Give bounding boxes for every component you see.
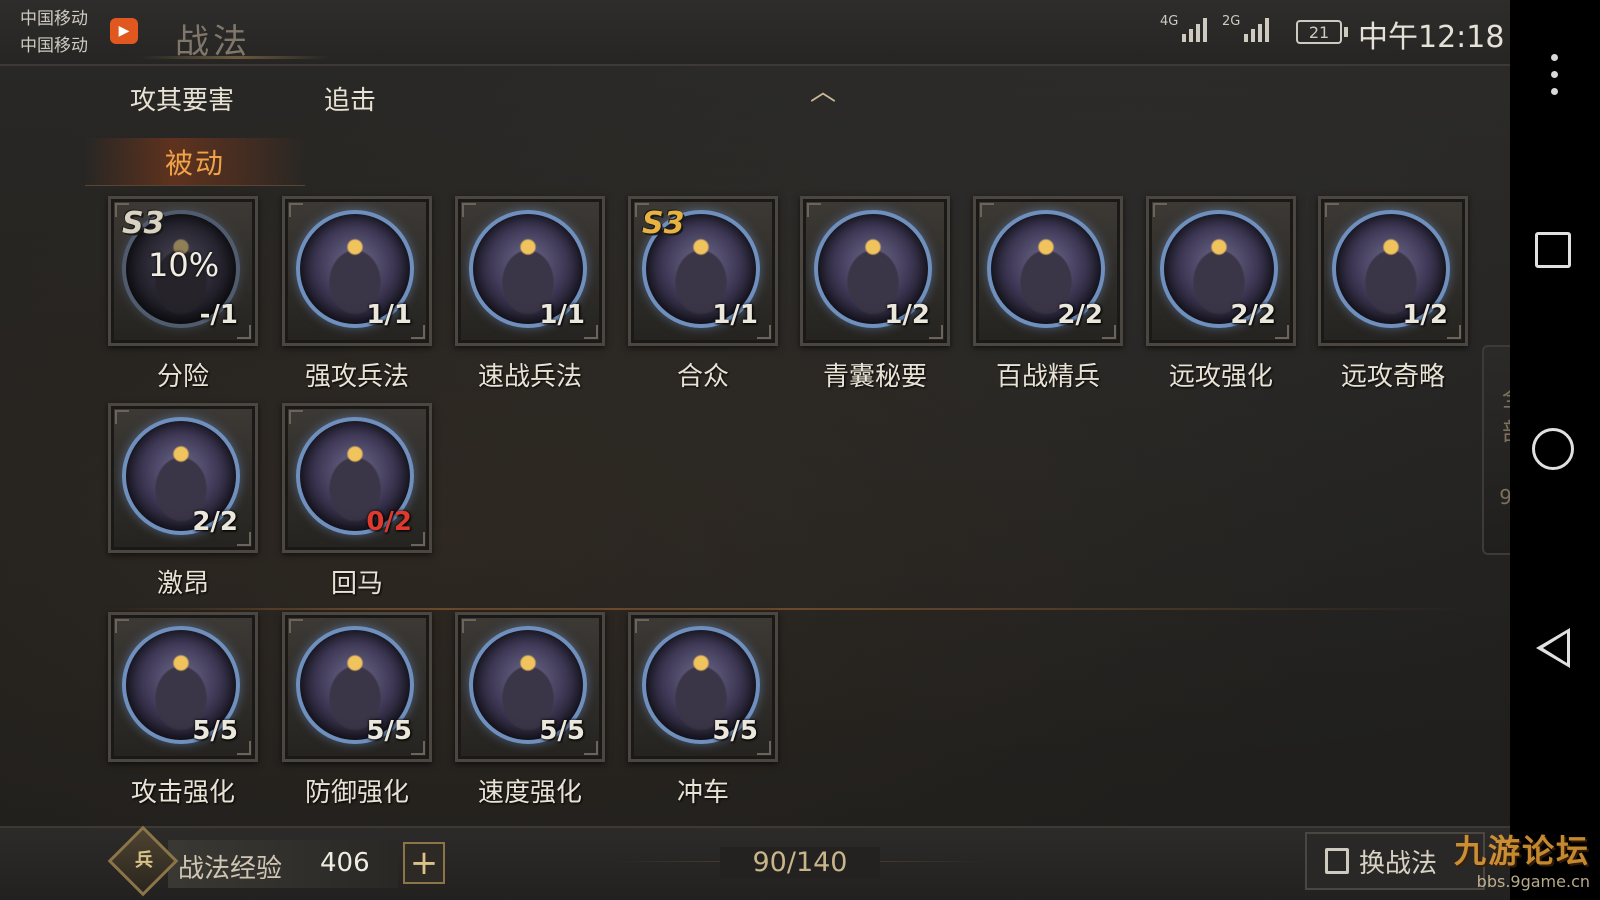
skill-level: 2/2 bbox=[192, 507, 238, 537]
skill-level: 1/2 bbox=[1402, 300, 1448, 330]
skill-name: 百战精兵 bbox=[995, 362, 1100, 392]
exp-value: 406 bbox=[320, 848, 370, 878]
skill-level: 1/2 bbox=[884, 300, 930, 330]
watermark-url: bbs.9game.cn bbox=[1476, 872, 1590, 891]
skill-card[interactable]: 1/2 青囊秘要 bbox=[800, 196, 950, 396]
skill-name: 远攻奇略 bbox=[1340, 362, 1445, 392]
skill-card[interactable]: 2/2 远攻强化 bbox=[1146, 196, 1296, 396]
skill-name: 回马 bbox=[330, 569, 383, 599]
section-label: 被动 bbox=[164, 146, 225, 180]
skill-card[interactable]: 5/5 速度强化 bbox=[455, 612, 605, 812]
skill-card[interactable]: 1/1 强攻兵法 bbox=[282, 196, 432, 396]
skill-card[interactable]: 5/5 防御强化 bbox=[282, 612, 432, 812]
season-badge: S3 bbox=[642, 206, 685, 241]
skill-name: 防御强化 bbox=[304, 778, 409, 808]
skill-name: 远攻强化 bbox=[1168, 362, 1273, 392]
skill-name: 激昂 bbox=[156, 569, 209, 599]
skill-card[interactable]: S3 1/1 合众 bbox=[628, 196, 778, 396]
signal-2-icon bbox=[1244, 16, 1269, 42]
skill-name: 速战兵法 bbox=[477, 362, 582, 392]
title-decoration bbox=[140, 56, 330, 59]
tab-zhuiji[interactable]: 追击 bbox=[324, 80, 376, 117]
skill-name: 强攻兵法 bbox=[304, 362, 409, 392]
skill-name: 攻击强化 bbox=[130, 778, 235, 808]
skill-level: 5/5 bbox=[192, 716, 238, 746]
skill-name: 分险 bbox=[156, 362, 209, 392]
skill-card[interactable]: 5/5 攻击强化 bbox=[108, 612, 258, 812]
subtabs: 攻其要害 追击 bbox=[130, 80, 376, 117]
header-bar: 中国移动 中国移动 ▶ 战法 4G 2G 21 中午12:18 bbox=[0, 0, 1510, 66]
skill-level: 5/5 bbox=[539, 716, 585, 746]
collapse-chevron-icon[interactable]: ︿ bbox=[800, 79, 846, 105]
watermark-title: 九游论坛 bbox=[1453, 832, 1590, 870]
carrier-1: 中国移动 bbox=[20, 9, 88, 29]
battery-icon: 21 bbox=[1296, 20, 1342, 44]
skill-name: 合众 bbox=[676, 362, 729, 392]
skill-card[interactable]: 2/2 激昂 bbox=[108, 403, 258, 603]
network-label-1: 4G bbox=[1160, 14, 1179, 29]
more-options-icon[interactable] bbox=[1551, 54, 1559, 95]
skill-level: 1/1 bbox=[539, 300, 585, 330]
skill-card[interactable]: S3 10% -/1 分险 bbox=[108, 196, 258, 396]
season-badge: S3 bbox=[122, 206, 165, 241]
skill-name: 速度强化 bbox=[477, 778, 582, 808]
exp-label: 战法经验 bbox=[178, 854, 283, 884]
skill-level: 5/5 bbox=[366, 716, 412, 746]
signal-1-icon bbox=[1182, 16, 1207, 42]
carrier-2: 中国移动 bbox=[20, 36, 88, 56]
skill-count: 90/140 bbox=[720, 847, 880, 878]
recent-apps-icon[interactable] bbox=[1535, 232, 1571, 268]
app-window: 中国移动 中国移动 ▶ 战法 4G 2G 21 中午12:18 攻其要害 追击 … bbox=[0, 0, 1542, 900]
skill-card[interactable]: 5/5 冲车 bbox=[628, 612, 778, 812]
skill-level: 0/2 bbox=[366, 507, 412, 537]
carrier-info: 中国移动 中国移动 bbox=[20, 6, 88, 60]
skill-card[interactable]: 1/1 速战兵法 bbox=[455, 196, 605, 396]
back-icon[interactable] bbox=[1536, 628, 1570, 668]
tab-gongqiyaohai[interactable]: 攻其要害 bbox=[130, 80, 234, 117]
system-nav-bar bbox=[1510, 0, 1600, 900]
skill-level: 1/1 bbox=[712, 300, 758, 330]
skill-card[interactable]: 0/2 回马 bbox=[282, 403, 432, 603]
home-icon[interactable] bbox=[1532, 428, 1574, 470]
section-header-passive: 被动 bbox=[85, 138, 305, 186]
skill-name: 冲车 bbox=[676, 778, 729, 808]
skill-card[interactable]: 2/2 百战精兵 bbox=[973, 196, 1123, 396]
exp-emblem-glyph: 兵 bbox=[135, 850, 153, 871]
video-app-icon: ▶ bbox=[110, 18, 138, 44]
skill-name: 青囊秘要 bbox=[822, 362, 927, 392]
site-watermark: 九游论坛 bbs.9game.cn bbox=[1360, 826, 1590, 891]
skill-card[interactable]: 1/2 远攻奇略 bbox=[1318, 196, 1468, 396]
add-exp-button[interactable]: + bbox=[403, 842, 445, 884]
network-label-2: 2G bbox=[1222, 14, 1241, 29]
battery-tip bbox=[1344, 27, 1348, 37]
skill-level: 1/1 bbox=[366, 300, 412, 330]
exchange-icon bbox=[1325, 848, 1349, 874]
skill-level: 5/5 bbox=[712, 716, 758, 746]
skill-percent: 10% bbox=[148, 246, 220, 284]
skill-level: 2/2 bbox=[1230, 300, 1276, 330]
clock: 中午12:18 bbox=[1358, 20, 1505, 55]
row-divider bbox=[100, 608, 1480, 610]
skill-level: 2/2 bbox=[1057, 300, 1103, 330]
skill-level: -/1 bbox=[199, 300, 238, 330]
